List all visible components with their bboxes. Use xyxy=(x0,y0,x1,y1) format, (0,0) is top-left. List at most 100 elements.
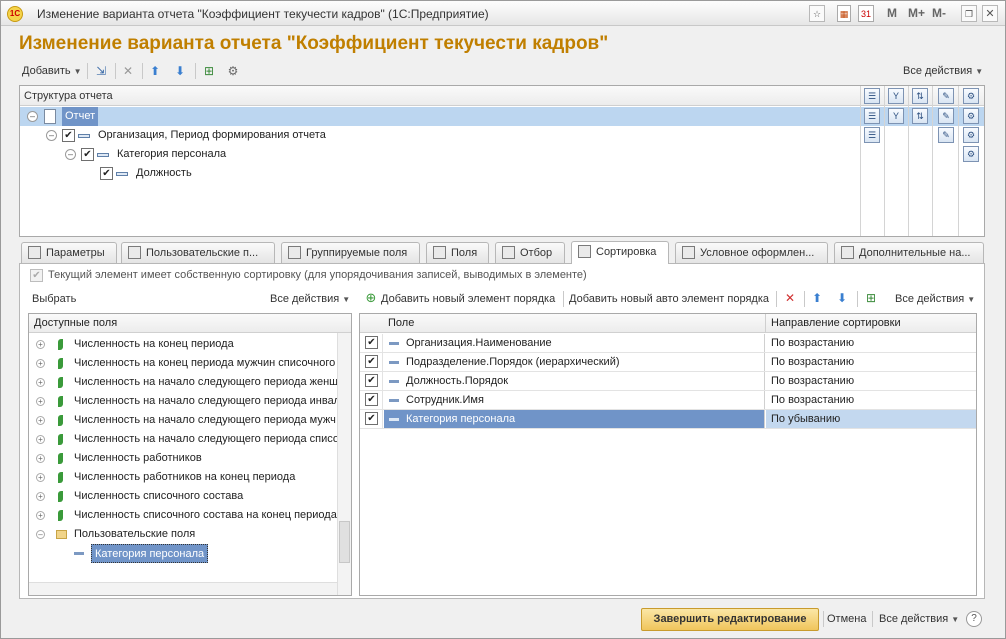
expand-icon[interactable]: + xyxy=(36,340,45,349)
add-settings-icon[interactable]: ⊞ xyxy=(863,290,879,306)
structure-row-category[interactable]: – ✔ Категория персонала xyxy=(20,145,860,164)
collapse-icon[interactable]: – xyxy=(27,111,38,122)
order-cell-icon[interactable]: ⇅ xyxy=(912,108,928,124)
vertical-scrollbar[interactable] xyxy=(337,333,351,595)
move-down-icon[interactable]: ⬇ xyxy=(834,290,850,306)
footer-all-actions-button[interactable]: Все действия ▼ xyxy=(879,611,959,627)
finish-editing-button[interactable]: Завершить редактирование xyxy=(641,608,819,631)
move-up-icon[interactable]: ⬆ xyxy=(147,63,163,79)
row-checkbox[interactable]: ✔ xyxy=(81,148,94,161)
structure-row-position[interactable]: ✔ Должность xyxy=(20,164,860,183)
close-icon[interactable]: ✕ xyxy=(982,5,998,22)
collapse-icon[interactable]: – xyxy=(36,530,45,539)
row-checkbox[interactable]: ✔ xyxy=(62,129,75,142)
list-item[interactable]: + Численность работников xyxy=(29,449,337,468)
right-all-actions-button[interactable]: Все действия ▼ xyxy=(895,291,975,307)
tab-parameters[interactable]: Параметры xyxy=(21,242,117,263)
tab-filter[interactable]: Отбор xyxy=(495,242,565,263)
add-settings-icon[interactable]: ⊞ xyxy=(201,63,217,79)
expand-icon[interactable]: + xyxy=(36,492,45,501)
restore-icon[interactable]: ❐ xyxy=(961,5,977,22)
row-checkbox[interactable]: ✔ xyxy=(100,167,113,180)
structure-row-organization[interactable]: – ✔ Организация, Период формирования отч… xyxy=(20,126,860,145)
expand-icon[interactable]: + xyxy=(36,435,45,444)
list-item[interactable]: + Численность на начало следующего период… xyxy=(29,430,337,449)
move-up-icon[interactable]: ⬆ xyxy=(809,290,825,306)
grouping-cell-icon[interactable]: ☰ xyxy=(864,108,880,124)
structure-toolbar: Добавить ▼ ⇲ ✕ ⬆ ⬇ ⊞ ⚙ Все действия ▼ xyxy=(19,60,985,82)
appearance-cell-icon[interactable]: ✎ xyxy=(938,108,954,124)
settings-cell-icon[interactable]: ⚙ xyxy=(963,146,979,162)
list-item-user-field[interactable]: Категория персонала xyxy=(29,544,337,563)
row-checkbox[interactable]: ✔ xyxy=(365,336,378,349)
numeric-field-icon xyxy=(58,491,63,502)
structure-row-report[interactable]: – Отчет xyxy=(20,107,860,126)
favorites-icon[interactable]: ☆ xyxy=(809,5,825,22)
grouping-field-icon xyxy=(97,153,109,157)
calendar-icon[interactable]: 31 xyxy=(858,5,874,22)
own-sort-checkbox: ✔ xyxy=(30,269,43,282)
help-icon[interactable]: ? xyxy=(966,611,982,627)
left-all-actions-button[interactable]: Все действия ▼ xyxy=(270,291,350,307)
list-item-user-fields-folder[interactable]: – Пользовательские поля xyxy=(29,525,337,544)
tab-sorting[interactable]: Сортировка xyxy=(571,241,669,264)
list-item[interactable]: + Численность на конец периода xyxy=(29,335,337,354)
list-item[interactable]: + Численность на конец периода мужчин спи… xyxy=(29,354,337,373)
column-header-direction[interactable]: Направление сортировки xyxy=(771,317,901,329)
delete-icon[interactable]: ✕ xyxy=(120,63,136,79)
row-checkbox[interactable]: ✔ xyxy=(365,393,378,406)
tab-additional-settings[interactable]: Дополнительные на... xyxy=(834,242,984,263)
select-button[interactable]: Выбрать xyxy=(32,291,76,307)
column-header-field[interactable]: Поле xyxy=(388,317,414,329)
memory-plus-button[interactable]: M+ xyxy=(908,5,925,22)
expand-icon[interactable]: + xyxy=(36,511,45,520)
collapse-icon[interactable]: – xyxy=(65,149,76,160)
table-row[interactable]: ✔ Организация.Наименование По возрастани… xyxy=(360,334,976,353)
memory-m-button[interactable]: M xyxy=(887,5,897,22)
move-down-icon[interactable]: ⬇ xyxy=(172,63,188,79)
list-item[interactable]: + Численность списочного состава xyxy=(29,487,337,506)
grouping-cell-icon[interactable]: ☰ xyxy=(864,127,880,143)
collapse-icon[interactable]: – xyxy=(46,130,57,141)
expand-icon[interactable]: + xyxy=(36,454,45,463)
settings-cell-icon[interactable]: ⚙ xyxy=(963,108,979,124)
table-row[interactable]: ✔ Сотрудник.Имя По возрастанию xyxy=(360,391,976,410)
list-item[interactable]: + Численность на начало следующего период… xyxy=(29,373,337,392)
expand-icon[interactable]: + xyxy=(36,359,45,368)
settings-icon[interactable]: ⚙ xyxy=(225,63,241,79)
row-checkbox[interactable]: ✔ xyxy=(365,355,378,368)
expand-icon[interactable]: + xyxy=(36,416,45,425)
add-order-item-button[interactable]: Добавить новый элемент порядка xyxy=(381,291,555,307)
filter-cell-icon[interactable]: Y xyxy=(888,108,904,124)
table-row[interactable]: ✔ Подразделение.Порядок (иерархический) … xyxy=(360,353,976,372)
add-grouping-icon[interactable]: ⇲ xyxy=(93,63,109,79)
list-item[interactable]: + Численность работников на конец периода xyxy=(29,468,337,487)
appearance-cell-icon[interactable]: ✎ xyxy=(938,127,954,143)
row-checkbox[interactable]: ✔ xyxy=(365,374,378,387)
tab-user-fields[interactable]: Пользовательские п... xyxy=(121,242,275,263)
expand-icon[interactable]: + xyxy=(36,397,45,406)
add-auto-order-item-button[interactable]: Добавить новый авто элемент порядка xyxy=(569,291,769,307)
expand-icon[interactable]: + xyxy=(36,473,45,482)
tab-fields[interactable]: Поля xyxy=(426,242,489,263)
tab-conditional-format[interactable]: Условное оформлен... xyxy=(675,242,828,263)
scrollbar-thumb[interactable] xyxy=(339,521,350,563)
cancel-button[interactable]: Отмена xyxy=(827,611,866,627)
folder-icon xyxy=(56,530,67,539)
all-actions-button[interactable]: Все действия ▼ xyxy=(903,63,983,79)
settings-cell-icon[interactable]: ⚙ xyxy=(963,127,979,143)
expand-icon[interactable]: + xyxy=(36,378,45,387)
list-item[interactable]: + Численность на начало следующего период… xyxy=(29,411,337,430)
table-row[interactable]: ✔ Должность.Порядок По возрастанию xyxy=(360,372,976,391)
horizontal-scrollbar[interactable] xyxy=(29,582,337,595)
list-item[interactable]: + Численность на начало следующего период… xyxy=(29,392,337,411)
table-row-selected[interactable]: ✔ Категория персонала По убыванию xyxy=(360,410,976,429)
tab-grouping-fields[interactable]: Группируемые поля xyxy=(281,242,420,263)
delete-icon[interactable]: ✕ xyxy=(782,290,798,306)
list-item[interactable]: + Численность списочного состава на конец… xyxy=(29,506,337,525)
calculator-icon[interactable]: ▦ xyxy=(837,5,851,22)
add-button[interactable]: Добавить ▼ xyxy=(22,63,82,79)
row-checkbox[interactable]: ✔ xyxy=(365,412,378,425)
grouping-column-icon: ☰ xyxy=(864,88,880,104)
memory-minus-button[interactable]: M- xyxy=(932,5,946,22)
